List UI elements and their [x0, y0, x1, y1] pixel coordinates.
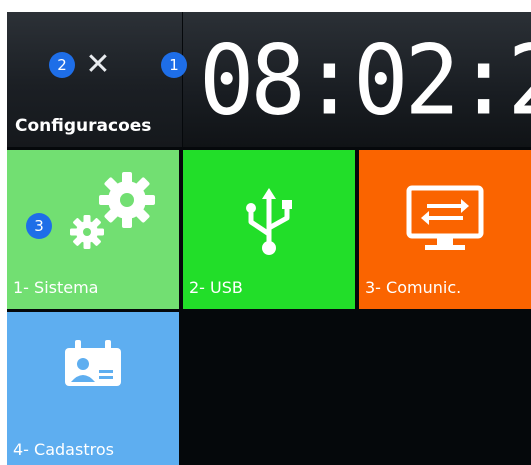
- tile-cadastros[interactable]: 4- Cadastros: [7, 312, 179, 465]
- tile-sistema[interactable]: 3 1- Sistema: [7, 150, 179, 309]
- header-title-panel: 2 ✕ Configuracoes: [7, 12, 182, 147]
- tile-label-sistema: 1- Sistema: [13, 278, 99, 297]
- clock-display: 08:02:23: [199, 24, 531, 137]
- annotation-badge-2: 2: [49, 52, 75, 78]
- tile-comunic[interactable]: 3- Comunic.: [359, 150, 531, 309]
- page-title: Configuracoes: [15, 116, 152, 136]
- usb-icon: [246, 188, 292, 255]
- gears-icon: [70, 172, 155, 249]
- tile-usb[interactable]: 2- USB: [183, 150, 355, 309]
- annotation-badge-3: 3: [26, 213, 52, 239]
- monitor-transfer-icon: [406, 185, 484, 250]
- close-icon[interactable]: ✕: [83, 50, 113, 80]
- tile-label-comunic: 3- Comunic.: [365, 278, 462, 297]
- tile-label-cadastros: 4- Cadastros: [13, 440, 114, 459]
- tile-label-usb: 2- USB: [189, 278, 243, 297]
- annotation-badge-1: 1: [161, 52, 187, 78]
- id-card-icon: [65, 340, 121, 386]
- device-screen: 2 ✕ Configuracoes 1 08:02:23: [7, 12, 531, 465]
